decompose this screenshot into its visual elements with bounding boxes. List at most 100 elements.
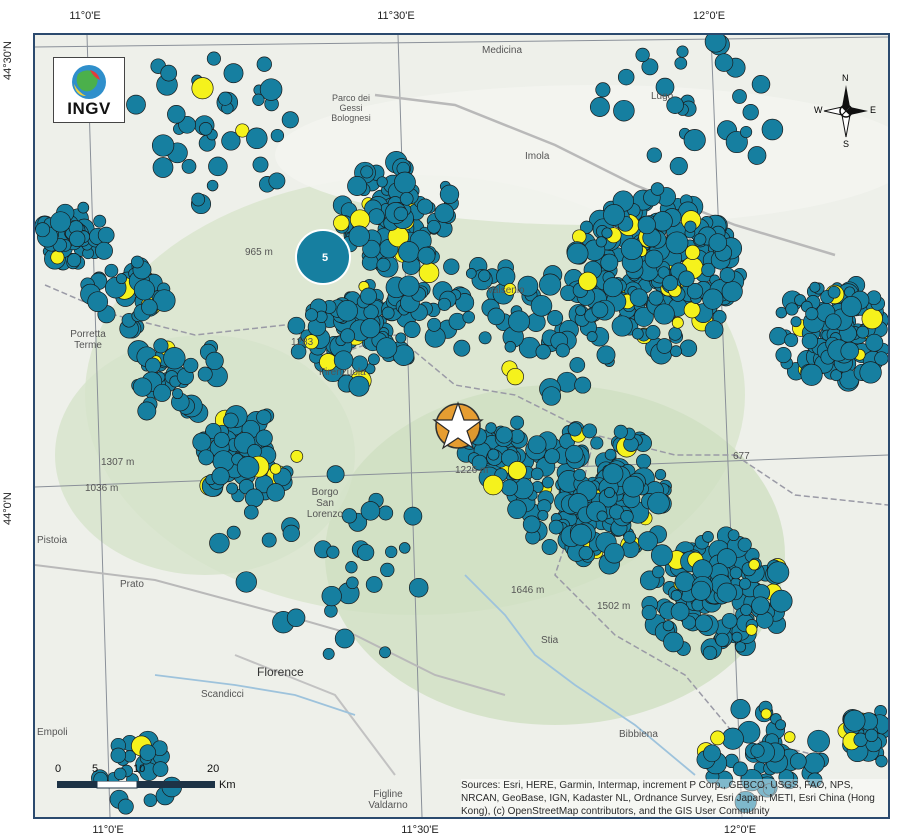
earthquake-marker[interactable] bbox=[586, 331, 598, 343]
earthquake-marker[interactable] bbox=[601, 227, 613, 239]
earthquake-marker[interactable] bbox=[702, 531, 714, 543]
earthquake-marker[interactable] bbox=[856, 325, 870, 339]
earthquake-marker[interactable] bbox=[97, 226, 115, 244]
earthquake-marker-minor[interactable] bbox=[483, 474, 504, 496]
earthquake-marker[interactable] bbox=[570, 523, 593, 546]
earthquake-marker[interactable] bbox=[714, 53, 734, 72]
earthquake-marker[interactable] bbox=[589, 97, 610, 117]
earthquake-marker[interactable] bbox=[211, 467, 230, 486]
earthquake-marker[interactable] bbox=[133, 279, 155, 301]
earthquake-marker[interactable] bbox=[345, 561, 358, 574]
earthquake-marker[interactable] bbox=[751, 596, 770, 615]
earthquake-marker[interactable] bbox=[324, 604, 338, 618]
earthquake-marker[interactable] bbox=[807, 729, 830, 753]
earthquake-marker[interactable] bbox=[49, 211, 72, 233]
earthquake-marker[interactable] bbox=[163, 347, 186, 370]
earthquake-marker[interactable] bbox=[181, 159, 197, 174]
earthquake-marker[interactable] bbox=[286, 608, 306, 628]
earthquake-marker[interactable] bbox=[637, 215, 656, 235]
earthquake-marker[interactable] bbox=[427, 219, 441, 234]
earthquake-marker[interactable] bbox=[721, 280, 743, 303]
earthquake-marker[interactable] bbox=[495, 426, 513, 444]
earthquake-marker[interactable] bbox=[191, 192, 206, 207]
earthquake-marker[interactable] bbox=[398, 275, 420, 297]
earthquake-marker[interactable] bbox=[784, 333, 799, 348]
earthquake-marker[interactable] bbox=[504, 341, 517, 353]
earthquake-marker-minor[interactable] bbox=[783, 731, 796, 743]
earthquake-marker[interactable] bbox=[582, 423, 598, 439]
earthquake-marker[interactable] bbox=[439, 184, 460, 204]
earthquake-marker[interactable] bbox=[684, 220, 697, 233]
earthquake-marker[interactable] bbox=[678, 270, 695, 287]
earthquake-marker[interactable] bbox=[132, 377, 153, 397]
earthquake-marker[interactable] bbox=[137, 401, 157, 421]
earthquake-marker[interactable] bbox=[708, 233, 728, 252]
earthquake-marker[interactable] bbox=[385, 545, 398, 559]
earthquake-marker-minor[interactable] bbox=[50, 250, 65, 265]
earthquake-marker[interactable] bbox=[235, 571, 257, 593]
earthquake-marker[interactable] bbox=[740, 125, 753, 139]
earthquake-marker[interactable] bbox=[130, 255, 144, 269]
earthquake-marker[interactable] bbox=[141, 298, 158, 316]
earthquake-marker[interactable] bbox=[167, 105, 186, 124]
earthquake-marker[interactable] bbox=[243, 504, 259, 520]
earthquake-marker[interactable] bbox=[575, 305, 586, 317]
earthquake-marker-minor[interactable] bbox=[748, 559, 760, 571]
earthquake-marker[interactable] bbox=[694, 614, 713, 633]
earthquake-marker[interactable] bbox=[631, 327, 644, 340]
earthquake-marker[interactable] bbox=[252, 156, 269, 173]
earthquake-marker[interactable] bbox=[539, 273, 562, 296]
earthquake-marker[interactable] bbox=[116, 273, 127, 285]
earthquake-marker[interactable] bbox=[95, 241, 113, 260]
earthquake-marker[interactable] bbox=[334, 628, 355, 649]
earthquake-marker[interactable] bbox=[620, 510, 634, 524]
earthquake-marker[interactable] bbox=[172, 388, 183, 400]
earthquake-marker[interactable] bbox=[775, 306, 788, 319]
earthquake-marker[interactable] bbox=[683, 129, 706, 152]
earthquake-marker[interactable] bbox=[139, 744, 157, 761]
earthquake-marker[interactable] bbox=[727, 529, 740, 542]
earthquake-marker[interactable] bbox=[346, 576, 359, 590]
earthquake-marker[interactable] bbox=[501, 479, 518, 497]
earthquake-marker[interactable] bbox=[603, 204, 625, 226]
earthquake-marker[interactable] bbox=[865, 333, 884, 352]
earthquake-marker[interactable] bbox=[541, 386, 562, 406]
earthquake-marker[interactable] bbox=[704, 320, 724, 340]
earthquake-marker[interactable] bbox=[702, 288, 724, 310]
earthquake-marker[interactable] bbox=[326, 545, 340, 559]
earthquake-marker[interactable] bbox=[731, 631, 743, 643]
earthquake-marker[interactable] bbox=[453, 339, 471, 357]
map-canvas[interactable]: 5 bbox=[35, 35, 888, 817]
earthquake-marker-minor[interactable] bbox=[760, 708, 772, 720]
earthquake-marker[interactable] bbox=[629, 288, 649, 307]
earthquake-marker[interactable] bbox=[252, 93, 265, 106]
earthquake-marker-minor[interactable] bbox=[507, 461, 527, 480]
earthquake-marker[interactable] bbox=[236, 456, 260, 479]
earthquake-marker[interactable] bbox=[670, 602, 690, 621]
earthquake-marker[interactable] bbox=[827, 285, 841, 299]
earthquake-marker[interactable] bbox=[246, 127, 268, 150]
earthquake-marker[interactable] bbox=[197, 366, 213, 382]
earthquake-marker[interactable] bbox=[478, 331, 492, 345]
earthquake-marker[interactable] bbox=[730, 699, 751, 720]
earthquake-marker[interactable] bbox=[256, 56, 272, 72]
earthquake-marker[interactable] bbox=[522, 515, 541, 534]
earthquake-marker[interactable] bbox=[496, 266, 516, 287]
earthquake-marker[interactable] bbox=[507, 499, 527, 520]
earthquake-marker-minor[interactable] bbox=[671, 316, 684, 329]
earthquake-marker[interactable] bbox=[126, 94, 146, 115]
earthquake-marker[interactable] bbox=[368, 208, 385, 225]
earthquake-marker[interactable] bbox=[652, 565, 665, 579]
earthquake-marker[interactable] bbox=[183, 357, 199, 373]
earthquake-marker[interactable] bbox=[653, 303, 675, 325]
earthquake-marker[interactable] bbox=[153, 338, 169, 354]
earthquake-marker[interactable] bbox=[803, 752, 825, 774]
earthquake-marker[interactable] bbox=[567, 422, 582, 437]
earthquake-marker[interactable] bbox=[613, 424, 628, 439]
earthquake-marker[interactable] bbox=[541, 539, 558, 555]
earthquake-marker[interactable] bbox=[152, 157, 174, 178]
earthquake-marker[interactable] bbox=[376, 337, 398, 359]
earthquake-marker[interactable] bbox=[110, 747, 127, 764]
earthquake-marker[interactable] bbox=[669, 157, 688, 176]
earthquake-marker[interactable] bbox=[565, 444, 584, 464]
